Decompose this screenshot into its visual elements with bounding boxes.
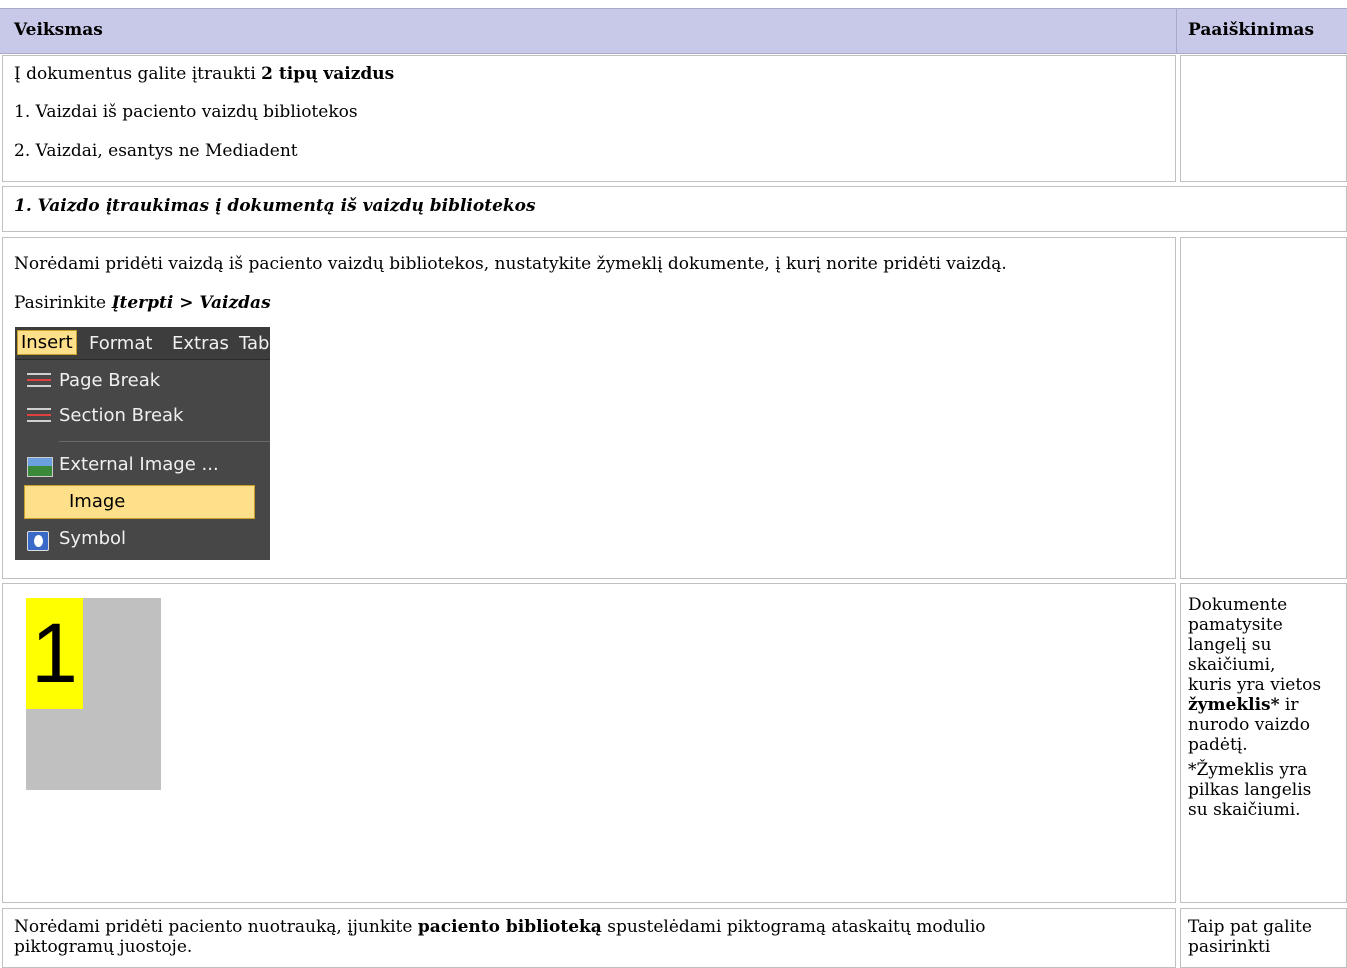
intro-line: Į dokumentus galite įtraukti 2 tipų vaiz… [14, 64, 395, 84]
section-heading: 1. Vaizdo įtraukimas į dokumentą iš vaiz… [14, 196, 536, 216]
menu-path-text: Pasirinkite Įterpti > Vaizdas [14, 293, 271, 313]
menu-item-page-break: Page Break [15, 364, 270, 398]
symbol-icon [27, 531, 49, 551]
external-image-icon [27, 457, 53, 477]
row1-explain-cell [1180, 55, 1347, 182]
section-break-icon [27, 408, 51, 426]
marker-number: 1 [26, 598, 83, 709]
menu-item-image: Image [24, 485, 255, 519]
page-break-icon [27, 373, 51, 391]
column-header-explanation: Paaiškinimas [1188, 20, 1315, 40]
marker-explanation: Dokumente pamatysite langelį su skaičium… [1188, 595, 1322, 755]
menu-extras: Extras [172, 333, 229, 354]
menu-item-external-image: External Image ... [15, 448, 270, 482]
menu-item-symbol: Symbol [15, 522, 270, 556]
row4-action-cell [2, 583, 1176, 903]
menu-item-section-break: Section Break [15, 399, 270, 433]
menu-insert: Insert [17, 330, 77, 355]
table-header: Veiksmas Paaiškinimas [0, 8, 1347, 54]
image-placeholder-marker: 1 [26, 598, 161, 790]
intro-list-item-2: 2. Vaizdai, esantys ne Mediadent [14, 141, 298, 161]
library-explanation: Taip pat galite pasirinkti [1188, 917, 1312, 957]
header-separator [1176, 9, 1177, 53]
instruction-text: Norėdami pridėti vaizdą iš paciento vaiz… [14, 254, 1007, 274]
menu-format: Format [89, 333, 153, 354]
library-instruction: Norėdami pridėti paciento nuotrauką, įju… [14, 917, 986, 957]
row3-explain-cell [1180, 237, 1347, 579]
column-header-action: Veiksmas [14, 20, 103, 40]
insert-menu-screenshot: Insert Format Extras Tab Page Break Sect… [15, 327, 270, 560]
menu-tab: Tab [239, 333, 270, 354]
menu-bar: Insert Format Extras Tab [15, 327, 270, 360]
intro-list-item-1: 1. Vaizdai iš paciento vaizdų biblioteko… [14, 102, 358, 122]
marker-note: *Žymeklis yra pilkas langelis su skaičiu… [1188, 760, 1312, 820]
menu-divider [59, 441, 270, 442]
